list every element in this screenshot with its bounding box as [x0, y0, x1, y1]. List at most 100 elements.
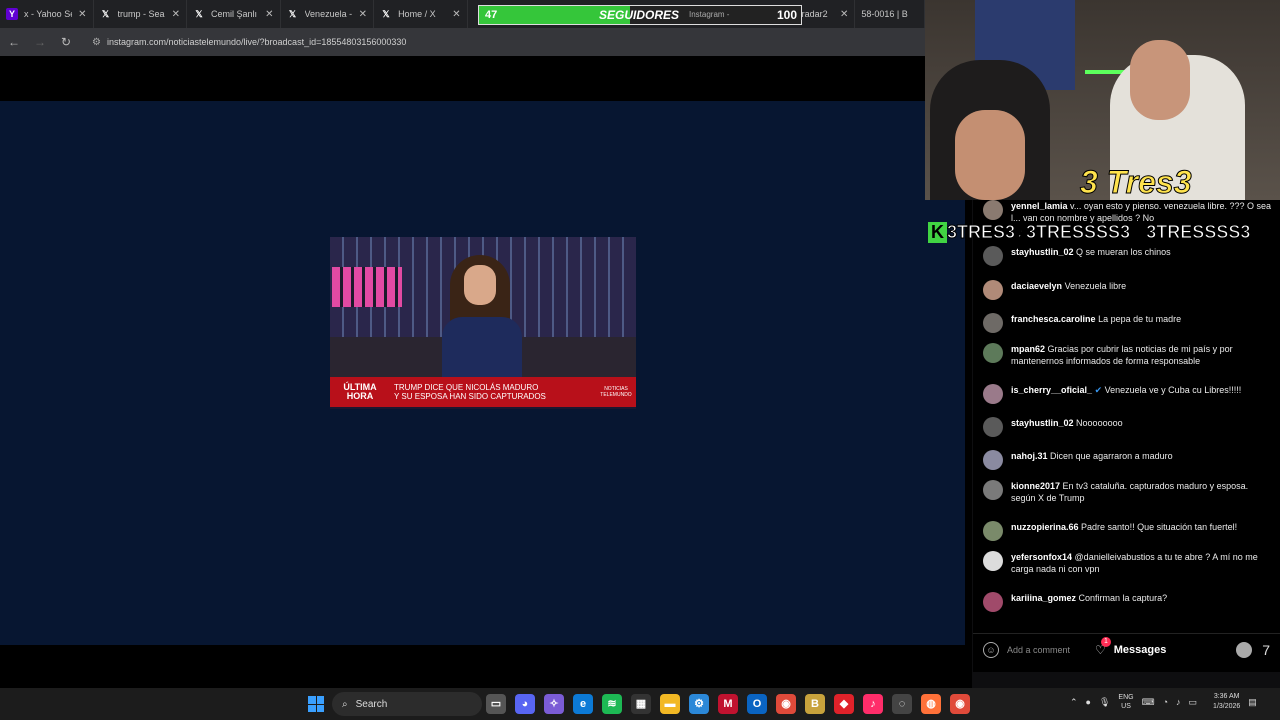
copilot-icon[interactable]: ✧ — [544, 694, 564, 714]
taskbar-search[interactable]: ⌕ Search — [332, 692, 482, 716]
avatar[interactable] — [983, 200, 1003, 220]
clock-time: 3:36 AM — [1213, 693, 1240, 700]
task-view-icon[interactable]: ▭ — [486, 694, 506, 714]
tab-yahoo[interactable]: Y x - Yahoo Se ✕ — [0, 0, 94, 28]
chat-username[interactable]: stayhustlin_02 — [1011, 418, 1074, 428]
comment-input[interactable]: Add a comment — [1007, 645, 1087, 655]
battery-icon[interactable]: ▭ — [1189, 697, 1198, 708]
chat-text: La pepa de tu madre — [1098, 314, 1182, 324]
taskbar-apps: ▭ ◕ ✧ e ≋ ▦ ▬ ⚙ M O ◉ B ◆ ♪ ◌ ◍ ◉ — [486, 694, 970, 714]
close-icon[interactable]: ✕ — [840, 9, 848, 20]
comment-composer: ☺ Add a comment ♡ 1 Messages 7 — [973, 633, 1280, 665]
chat-username[interactable]: mpan62 — [1011, 344, 1045, 354]
language-indicator[interactable]: ENG US — [1118, 693, 1133, 711]
chat-message: mpan62 Gracias por cubrir las noticias d… — [983, 343, 1273, 367]
breaking-news-headline: TRUMP DICE QUE NICOLÁS MADURO Y SU ESPOS… — [390, 383, 596, 401]
taskbar: ⌕ Search ▭ ◕ ✧ e ≋ ▦ ▬ ⚙ M O ◉ B ◆ ♪ ◌ ◍… — [0, 688, 1280, 720]
chrome-icon[interactable]: ◉ — [776, 694, 796, 714]
tab-trump[interactable]: 𝕏 trump - Sea ✕ — [94, 0, 188, 28]
chat-username[interactable]: kionne2017 — [1011, 481, 1060, 491]
chat-message: kionne2017 En tv3 cataluña. capturados m… — [983, 480, 1273, 504]
news-anchor-face — [464, 265, 496, 305]
spotify-icon[interactable]: ≋ — [602, 694, 622, 714]
live-video-area[interactable]: ÚLTIMA HORA TRUMP DICE QUE NICOLÁS MADUR… — [0, 101, 965, 645]
volume-icon[interactable]: ♪ — [1176, 697, 1181, 707]
chat-text: Venezuela ve y Cuba cu Libres!!!!! — [1104, 385, 1242, 395]
chat-username[interactable]: franchesca.caroline — [1011, 314, 1096, 324]
close-icon[interactable]: ✕ — [452, 9, 460, 20]
diamond-app-icon[interactable]: ◆ — [834, 694, 854, 714]
avatar[interactable] — [983, 384, 1003, 404]
chat-username[interactable]: yefersonfox14 — [1011, 552, 1072, 562]
chat-username[interactable]: nuzzopierina.66 — [1011, 522, 1079, 532]
avatar[interactable] — [983, 521, 1003, 541]
wifi-icon[interactable]: ◔ — [1163, 697, 1168, 707]
live-chat-panel[interactable]: yennel_lamia v... oyan esto y pienso. ve… — [973, 200, 1280, 672]
keyboard-icon[interactable]: ⌨ — [1142, 697, 1155, 708]
instagram-handle: 3TRESSSS3 — [1146, 221, 1251, 242]
avatar[interactable] — [983, 450, 1003, 470]
tiktok-app-icon[interactable]: ♪ — [863, 694, 883, 714]
edge-icon[interactable]: e — [573, 694, 593, 714]
clock[interactable]: 3:36 AM 1/3/2026 — [1213, 692, 1240, 712]
tab-home[interactable]: 𝕏 Home / X ✕ — [374, 0, 468, 28]
verified-icon: ✔ — [1094, 385, 1103, 395]
reload-icon[interactable]: ↻ — [60, 35, 72, 49]
chat-username[interactable]: yennel_lamia — [1011, 201, 1068, 211]
url-field[interactable]: ⚙ instagram.com/noticiastelemundo/live/?… — [92, 37, 406, 48]
microphone-icon[interactable]: 🎙 — [1099, 697, 1110, 708]
file-explorer-icon[interactable]: ▬ — [660, 694, 680, 714]
chat-message: stayhustlin_02 Q se mueran los chinos — [983, 246, 1273, 266]
avatar[interactable] — [983, 551, 1003, 571]
discord-icon[interactable]: ◕ — [515, 694, 535, 714]
chat-message: stayhustlin_02 Noooooooo — [983, 417, 1273, 437]
avatar[interactable] — [983, 343, 1003, 363]
avatar[interactable] — [983, 480, 1003, 500]
tab-radar[interactable]: radar2 ✕ — [796, 0, 856, 28]
tab-58[interactable]: 58-0016 | B — [855, 0, 925, 28]
outlook-icon[interactable]: O — [747, 694, 767, 714]
store-icon[interactable]: ▦ — [631, 694, 651, 714]
messages-icon[interactable]: ♡ 1 — [1095, 636, 1111, 657]
tab-venezuela[interactable]: 𝕏 Venezuela - ✕ — [281, 0, 375, 28]
close-icon[interactable]: ✕ — [172, 9, 180, 20]
chrome-profile-icon[interactable]: ◉ — [950, 694, 970, 714]
chat-username[interactable]: kariiina_gomez — [1011, 593, 1076, 603]
settings-icon[interactable]: ⚙ — [689, 694, 709, 714]
notification-icon[interactable]: ▤ — [1248, 697, 1257, 708]
windows-start-icon[interactable] — [308, 696, 324, 712]
chat-username[interactable]: stayhustlin_02 — [1011, 247, 1074, 257]
chat-username[interactable]: daciaevelyn — [1011, 281, 1062, 291]
close-icon[interactable]: ✕ — [359, 9, 367, 20]
chat-message: nahoj.31 Dicen que agarraron a maduro — [983, 450, 1273, 470]
emoji-icon[interactable]: ☺ — [983, 641, 999, 658]
breaking-news-tag: ÚLTIMA HORA — [343, 382, 377, 401]
tray-app-icon[interactable]: ● — [1086, 697, 1091, 707]
headline-line-2: Y SU ESPOSA HAN SIDO CAPTURADOS — [394, 392, 546, 401]
chevron-up-icon[interactable]: ⌃ — [1070, 697, 1078, 708]
app-icon[interactable]: ◌ — [892, 694, 912, 714]
avatar[interactable] — [983, 313, 1003, 333]
avatar[interactable] — [983, 417, 1003, 437]
close-icon[interactable]: ✕ — [78, 9, 86, 20]
news-video-frame[interactable]: ÚLTIMA HORA TRUMP DICE QUE NICOLÁS MADUR… — [330, 237, 636, 409]
chat-username[interactable]: is_cherry__oficial_ — [1011, 385, 1092, 395]
forward-icon[interactable]: → — [34, 35, 46, 49]
site-info-icon[interactable]: ⚙ — [92, 37, 101, 48]
language-line-1: ENG — [1118, 694, 1134, 701]
firefox-icon[interactable]: ◍ — [921, 694, 941, 714]
back-icon[interactable]: ← — [8, 35, 20, 49]
avatar[interactable] — [983, 592, 1003, 612]
mcafee-icon[interactable]: M — [718, 694, 738, 714]
messages-button[interactable]: Messages — [1114, 644, 1228, 656]
chat-text: Gracias por cubrir las noticias de mi pa… — [1011, 344, 1233, 366]
yahoo-icon: Y — [6, 8, 18, 20]
chat-username[interactable]: nahoj.31 — [1011, 451, 1048, 461]
avatar[interactable] — [983, 246, 1003, 266]
tab-cemil[interactable]: 𝕏 Cemil Şanlı ✕ — [187, 0, 281, 28]
follower-count: 47 — [485, 9, 498, 21]
avatar[interactable] — [1236, 641, 1253, 658]
bold-b-icon[interactable]: B — [805, 694, 825, 714]
avatar[interactable] — [983, 280, 1003, 300]
close-icon[interactable]: ✕ — [265, 9, 273, 20]
